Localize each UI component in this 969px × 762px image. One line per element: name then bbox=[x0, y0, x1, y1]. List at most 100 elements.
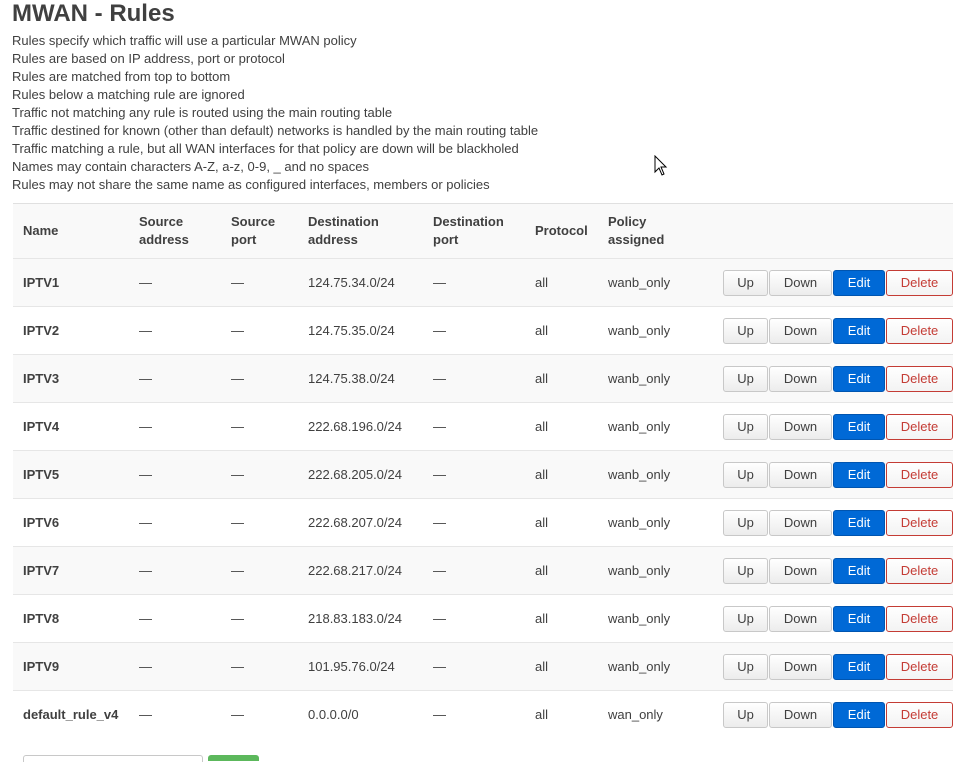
delete-button[interactable]: Delete bbox=[886, 653, 953, 680]
cell-destination-address: 124.75.38.0/24 bbox=[308, 371, 395, 386]
down-button[interactable]: Down bbox=[769, 653, 832, 680]
cell-destination-address: 124.75.34.0/24 bbox=[308, 275, 395, 290]
down-button[interactable]: Down bbox=[769, 461, 832, 488]
cell-protocol: all bbox=[535, 419, 549, 434]
description-line: Rules below a matching rule are ignored bbox=[12, 87, 245, 102]
cell-source-address: — bbox=[139, 659, 152, 674]
down-button[interactable]: Down bbox=[769, 413, 832, 440]
delete-button[interactable]: Delete bbox=[886, 605, 953, 632]
cell-actions: Up Down Edit Delete bbox=[687, 307, 953, 355]
cell-protocol: all bbox=[535, 563, 549, 578]
cell-actions: Up Down Edit Delete bbox=[687, 499, 953, 547]
cell-source-address: — bbox=[139, 275, 152, 290]
cell-policy-assigned: wanb_only bbox=[608, 515, 671, 530]
cell-source-port: — bbox=[231, 707, 244, 723]
cell-policy-assigned: wanb_only bbox=[608, 611, 671, 626]
up-button[interactable]: Up bbox=[723, 653, 768, 680]
description-line: Names may contain characters A-Z, a-z, 0… bbox=[12, 159, 369, 174]
edit-button[interactable]: Edit bbox=[833, 509, 885, 536]
add-rule-button[interactable] bbox=[208, 755, 259, 761]
up-button[interactable]: Up bbox=[723, 413, 768, 440]
cell-source-address: — bbox=[139, 611, 152, 626]
edit-button[interactable]: Edit bbox=[833, 701, 885, 728]
cell-source-address: — bbox=[139, 371, 152, 386]
delete-button[interactable]: Delete bbox=[886, 557, 953, 584]
cell-destination-port: — bbox=[433, 611, 446, 626]
cell-protocol: all bbox=[535, 611, 549, 626]
down-button[interactable]: Down bbox=[769, 701, 832, 728]
delete-button[interactable]: Delete bbox=[886, 509, 953, 536]
cell-rule-name: IPTV7 bbox=[23, 563, 60, 578]
delete-button[interactable]: Delete bbox=[886, 317, 953, 344]
cell-policy-assigned: wanb_only bbox=[608, 419, 671, 434]
description-line: Rules specify which traffic will use a p… bbox=[12, 33, 357, 48]
delete-button[interactable]: Delete bbox=[886, 461, 953, 488]
table-row: IPTV5 — — 222.68.205.0/24 — all wanb_only Up Dow… bbox=[13, 450, 953, 499]
cell-destination-address: 222.68.217.0/24 bbox=[308, 563, 402, 578]
cell-actions: Up Down Edit Delete bbox=[687, 547, 953, 595]
cell-actions: Up Down Edit Delete bbox=[687, 595, 953, 643]
edit-button[interactable]: Edit bbox=[833, 557, 885, 584]
edit-button[interactable]: Edit bbox=[833, 605, 885, 632]
cell-destination-address: 222.68.196.0/24 bbox=[308, 419, 402, 434]
cell-destination-address: 0.0.0.0/0 bbox=[308, 707, 359, 723]
cell-policy-assigned: wanb_only bbox=[608, 323, 671, 338]
up-button[interactable]: Up bbox=[723, 317, 768, 344]
cell-rule-name: default_rule_v4 bbox=[23, 707, 119, 723]
cell-policy-assigned: wanb_only bbox=[608, 659, 671, 674]
delete-button[interactable]: Delete bbox=[886, 701, 953, 728]
cell-policy-assigned: wanb_only bbox=[608, 467, 671, 482]
table-row: IPTV4 — — 222.68.196.0/24 — all wanb_only Up Dow… bbox=[13, 402, 953, 451]
cell-destination-address: 222.68.207.0/24 bbox=[308, 515, 402, 530]
page-title: MWAN - Rules bbox=[12, 0, 175, 27]
cell-destination-port: — bbox=[433, 323, 446, 338]
up-button[interactable]: Up bbox=[723, 509, 768, 536]
down-button[interactable]: Down bbox=[769, 605, 832, 632]
cell-source-port: — bbox=[231, 371, 244, 386]
table-row: IPTV3 — — 124.75.38.0/24 — all wanb_only Up Down… bbox=[13, 354, 953, 403]
delete-button[interactable]: Delete bbox=[886, 269, 953, 296]
header-policy-assigned: Policy assigned bbox=[608, 214, 665, 247]
cell-actions: Up Down Edit Delete bbox=[687, 451, 953, 499]
up-button[interactable]: Up bbox=[723, 701, 768, 728]
cell-rule-name: IPTV5 bbox=[23, 467, 60, 482]
add-rule-name-input[interactable] bbox=[23, 755, 203, 762]
cell-actions: Up Down Edit Delete bbox=[687, 691, 953, 739]
cell-destination-port: — bbox=[433, 659, 446, 674]
cell-rule-name: IPTV2 bbox=[23, 323, 60, 338]
cell-source-port: — bbox=[231, 659, 244, 674]
down-button[interactable]: Down bbox=[769, 509, 832, 536]
edit-button[interactable]: Edit bbox=[833, 317, 885, 344]
delete-button[interactable]: Delete bbox=[886, 413, 953, 440]
cell-destination-address: 101.95.76.0/24 bbox=[308, 659, 395, 674]
header-protocol: Protocol bbox=[535, 223, 588, 238]
down-button[interactable]: Down bbox=[769, 365, 832, 392]
down-button[interactable]: Down bbox=[769, 557, 832, 584]
edit-button[interactable]: Edit bbox=[833, 269, 885, 296]
edit-button[interactable]: Edit bbox=[833, 461, 885, 488]
cell-actions: Up Down Edit Delete bbox=[687, 259, 953, 307]
edit-button[interactable]: Edit bbox=[833, 365, 885, 392]
cell-destination-port: — bbox=[433, 467, 446, 482]
page-description: Rules specify which traffic will use a p… bbox=[12, 32, 538, 194]
table-row: IPTV1 — — 124.75.34.0/24 — all wanb_only Up Down… bbox=[13, 258, 953, 307]
edit-button[interactable]: Edit bbox=[833, 653, 885, 680]
delete-button[interactable]: Delete bbox=[886, 365, 953, 392]
cell-destination-port: — bbox=[433, 707, 446, 723]
up-button[interactable]: Up bbox=[723, 605, 768, 632]
edit-button[interactable]: Edit bbox=[833, 413, 885, 440]
up-button[interactable]: Up bbox=[723, 365, 768, 392]
down-button[interactable]: Down bbox=[769, 317, 832, 344]
cell-protocol: all bbox=[535, 275, 549, 290]
up-button[interactable]: Up bbox=[723, 269, 768, 296]
cell-rule-name: IPTV3 bbox=[23, 371, 60, 386]
table-row: IPTV7 — — 222.68.217.0/24 — all wanb_only Up Dow… bbox=[13, 546, 953, 595]
cell-policy-assigned: wanb_only bbox=[608, 563, 671, 578]
description-line: Rules are based on IP address, port or p… bbox=[12, 51, 285, 66]
down-button[interactable]: Down bbox=[769, 269, 832, 296]
up-button[interactable]: Up bbox=[723, 461, 768, 488]
cell-source-address: — bbox=[139, 467, 152, 482]
cell-destination-port: — bbox=[433, 515, 446, 530]
cell-protocol: all bbox=[535, 323, 549, 338]
up-button[interactable]: Up bbox=[723, 557, 768, 584]
